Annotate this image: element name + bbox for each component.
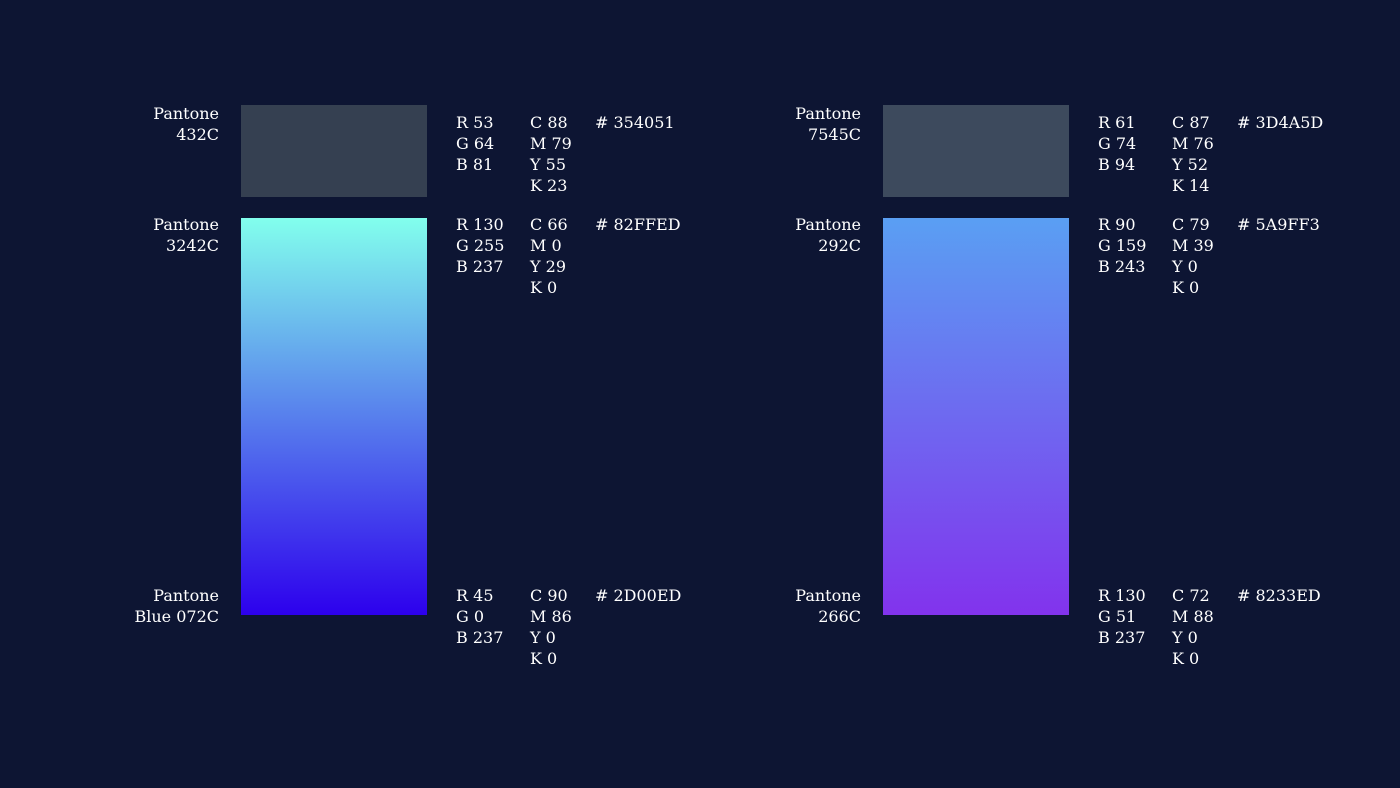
hex-value: # 8233ED (1237, 585, 1321, 606)
rgb-r: R 130 (1098, 586, 1146, 605)
cmyk-c: C 66 (530, 215, 568, 234)
hex-code: # 3D4A5D (1237, 113, 1324, 132)
pantone-label-gradient-start: Pantone 3242C (39, 214, 219, 256)
palette-right: Pantone 7545C R 61 G 74 B 94 C 87 M 76 Y… (642, 0, 1342, 788)
cmyk-values: C 88 M 79 Y 55 K 23 (530, 112, 572, 196)
rgb-values: R 130 G 255 B 237 (456, 214, 504, 277)
cmyk-c: C 90 (530, 586, 568, 605)
pantone-code: 266C (818, 607, 861, 626)
solid-swatch (883, 105, 1069, 197)
color-palette-canvas: Pantone 432C R 53 G 64 B 81 C 88 M 79 Y … (0, 0, 1400, 788)
rgb-g: G 74 (1098, 134, 1137, 153)
rgb-values: R 130 G 51 B 237 (1098, 585, 1146, 648)
pantone-label-line: Pantone (153, 586, 219, 605)
pantone-code: Blue 072C (134, 607, 219, 626)
cmyk-m: M 76 (1172, 134, 1214, 153)
rgb-values: R 90 G 159 B 243 (1098, 214, 1146, 277)
cmyk-m: M 39 (1172, 236, 1214, 255)
rgb-g: G 64 (456, 134, 495, 153)
cmyk-y: Y 0 (1172, 257, 1198, 276)
cmyk-y: Y 0 (530, 628, 556, 647)
pantone-label-line: Pantone (795, 586, 861, 605)
cmyk-y: Y 29 (530, 257, 567, 276)
solid-swatch (241, 105, 427, 197)
pantone-label-line: Pantone (795, 104, 861, 123)
rgb-values: R 45 G 0 B 237 (456, 585, 503, 648)
cmyk-k: K 23 (530, 176, 568, 195)
pantone-label-gradient-end: Pantone 266C (681, 585, 861, 627)
pantone-code: 292C (818, 236, 861, 255)
pantone-code: 7545C (808, 125, 861, 144)
pantone-label-solid: Pantone 7545C (681, 103, 861, 145)
rgb-b: B 243 (1098, 257, 1146, 276)
rgb-r: R 45 (456, 586, 494, 605)
rgb-b: B 81 (456, 155, 494, 174)
hex-value: # 5A9FF3 (1237, 214, 1320, 235)
cmyk-m: M 88 (1172, 607, 1214, 626)
cmyk-k: K 0 (1172, 649, 1200, 668)
cmyk-k: K 0 (1172, 278, 1200, 297)
pantone-label-gradient-end: Pantone Blue 072C (39, 585, 219, 627)
rgb-b: B 94 (1098, 155, 1136, 174)
cmyk-y: Y 52 (1172, 155, 1209, 174)
rgb-r: R 130 (456, 215, 504, 234)
rgb-values: R 61 G 74 B 94 (1098, 112, 1136, 175)
rgb-g: G 159 (1098, 236, 1147, 255)
cmyk-c: C 72 (1172, 586, 1210, 605)
pantone-label-line: Pantone (153, 215, 219, 234)
cmyk-values: C 72 M 88 Y 0 K 0 (1172, 585, 1214, 669)
pantone-label-line: Pantone (795, 215, 861, 234)
rgb-values: R 53 G 64 B 81 (456, 112, 494, 175)
cmyk-y: Y 55 (530, 155, 567, 174)
cmyk-k: K 0 (530, 649, 558, 668)
rgb-g: G 255 (456, 236, 505, 255)
pantone-label-gradient-start: Pantone 292C (681, 214, 861, 256)
cmyk-c: C 79 (1172, 215, 1210, 234)
rgb-r: R 61 (1098, 113, 1136, 132)
gradient-swatch (241, 218, 427, 615)
rgb-g: G 0 (456, 607, 485, 626)
palette-left: Pantone 432C R 53 G 64 B 81 C 88 M 79 Y … (0, 0, 700, 788)
cmyk-m: M 0 (530, 236, 562, 255)
cmyk-k: K 0 (530, 278, 558, 297)
rgb-r: R 90 (1098, 215, 1136, 234)
pantone-label-line: Pantone (153, 104, 219, 123)
rgb-r: R 53 (456, 113, 494, 132)
cmyk-values: C 87 M 76 Y 52 K 14 (1172, 112, 1214, 196)
cmyk-values: C 90 M 86 Y 0 K 0 (530, 585, 572, 669)
cmyk-c: C 88 (530, 113, 568, 132)
rgb-b: B 237 (1098, 628, 1146, 647)
rgb-b: B 237 (456, 257, 504, 276)
hex-value: # 3D4A5D (1237, 112, 1323, 133)
cmyk-m: M 79 (530, 134, 572, 153)
cmyk-y: Y 0 (1172, 628, 1198, 647)
cmyk-c: C 87 (1172, 113, 1210, 132)
gradient-swatch (883, 218, 1069, 615)
cmyk-m: M 86 (530, 607, 572, 626)
cmyk-values: C 66 M 0 Y 29 K 0 (530, 214, 568, 298)
hex-code: # 8233ED (1237, 586, 1321, 605)
rgb-g: G 51 (1098, 607, 1137, 626)
pantone-code: 432C (176, 125, 219, 144)
cmyk-k: K 14 (1172, 176, 1210, 195)
pantone-label-solid: Pantone 432C (39, 103, 219, 145)
rgb-b: B 237 (456, 628, 504, 647)
pantone-code: 3242C (166, 236, 219, 255)
cmyk-values: C 79 M 39 Y 0 K 0 (1172, 214, 1214, 298)
hex-code: # 5A9FF3 (1237, 215, 1320, 234)
